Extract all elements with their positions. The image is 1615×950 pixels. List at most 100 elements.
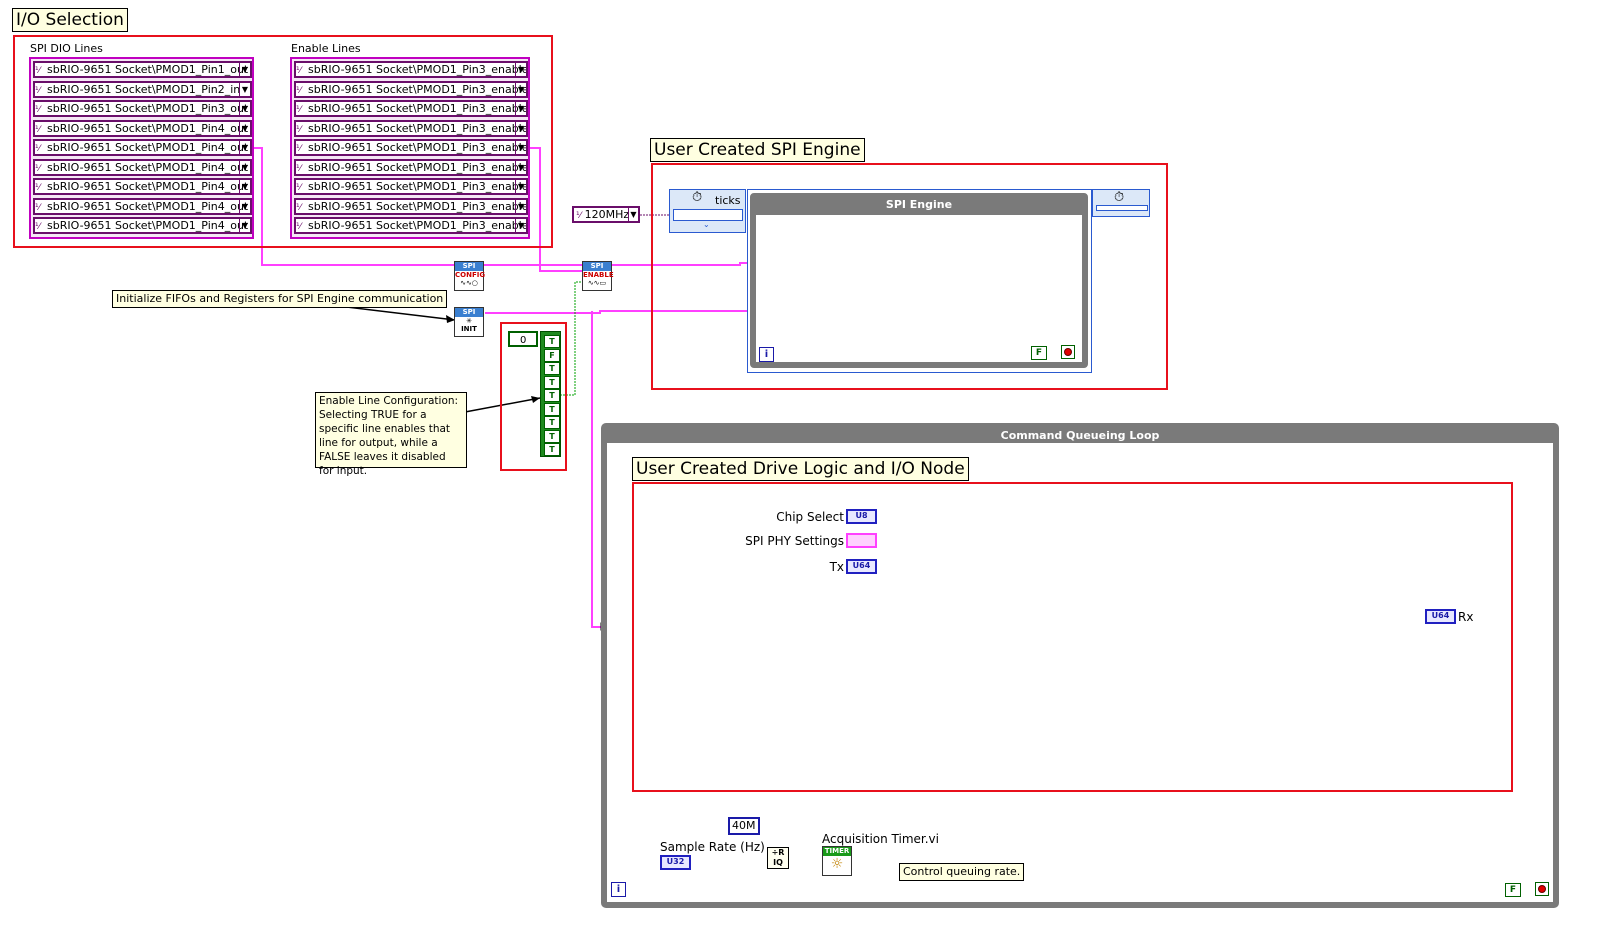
spi-dio-item-label: sbRIO-9651 Socket\PMOD1_Pin4_out (47, 199, 249, 213)
spi-dio-item[interactable]: ⅟ sbRIO-9651 Socket\PMOD1_Pin4_out ▼ (33, 178, 252, 195)
chevron-down-icon[interactable]: ▼ (515, 121, 526, 135)
tx-label: Tx (829, 560, 844, 574)
clock-constant[interactable]: ⅟ 120MHz ▼ (572, 206, 640, 223)
io-icon: ⅟ (296, 144, 302, 154)
spi-dio-item-label: sbRIO-9651 Socket\PMOD1_Pin4_out (47, 180, 249, 193)
spi-enable-subvi[interactable]: SPI ENABLE ∿∿▭ (582, 261, 614, 291)
io-icon: ⅟ (296, 105, 302, 115)
spi-dio-item[interactable]: ⅟ sbRIO-9651 Socket\PMOD1_Pin4_out ▼ (33, 158, 252, 176)
enable-caption: Enable Lines (291, 42, 361, 55)
timed-loop-input-node[interactable]: ⏱ ticks ⌄ (669, 189, 746, 233)
io-selection-title: I/O Selection (12, 8, 128, 32)
timer-vi-label: Acquisition Timer.vi (822, 832, 939, 846)
chevron-down-icon[interactable]: ▼ (515, 63, 526, 76)
chevron-down-icon[interactable]: ▼ (239, 121, 250, 135)
io-icon: ⅟ (296, 66, 302, 76)
chevron-down-icon[interactable]: ▼ (239, 219, 250, 232)
bool-array-element[interactable]: T (544, 443, 560, 456)
enable-item-label: sbRIO-9651 Socket\PMOD1_Pin3_enable (308, 63, 528, 76)
enable-item-label: sbRIO-9651 Socket\PMOD1_Pin3_enable (308, 180, 528, 193)
chevron-down-icon[interactable]: ▼ (239, 102, 250, 115)
note-queuing-rate: Control queuing rate. (899, 863, 1025, 881)
spi-engine-stop-constant[interactable]: F (1031, 346, 1047, 360)
enable-item[interactable]: ⅟ sbRIO-9651 Socket\PMOD1_Pin3_enable ▼ (294, 80, 528, 98)
chevron-down-icon[interactable]: ▼ (628, 208, 638, 221)
enable-item-label: sbRIO-9651 Socket\PMOD1_Pin3_enable (308, 121, 528, 135)
chevron-down-icon[interactable]: ▼ (515, 82, 526, 96)
enable-item-label: sbRIO-9651 Socket\PMOD1_Pin3_enable (308, 160, 528, 174)
enable-item[interactable]: ⅟ sbRIO-9651 Socket\PMOD1_Pin3_enable ▼ (294, 158, 528, 176)
bool-array-element[interactable]: T (544, 429, 560, 443)
enable-item[interactable]: ⅟ sbRIO-9651 Socket\PMOD1_Pin3_enable ▼ (294, 100, 528, 117)
chevron-down-icon[interactable]: ▼ (515, 180, 526, 193)
drive-logic-title: User Created Drive Logic and I/O Node (632, 457, 969, 481)
tx-terminal[interactable]: U64 (846, 559, 877, 574)
bool-array[interactable]: TFTTTTTTT (540, 331, 561, 457)
io-icon: ⅟ (35, 163, 41, 174)
bool-array-element[interactable]: T (544, 375, 560, 389)
enable-lines-array[interactable]: ⅟ sbRIO-9651 Socket\PMOD1_Pin3_enable ▼ ⅟ sb… (290, 57, 530, 239)
io-icon: ⅟ (35, 183, 41, 193)
spi-init-subvi[interactable]: SPI ✳ INIT (454, 307, 484, 337)
spi-dio-item[interactable]: ⅟ sbRIO-9651 Socket\PMOD1_Pin2_in ▼ (33, 80, 252, 98)
spi-dio-item-label: sbRIO-9651 Socket\PMOD1_Pin3_out (47, 102, 249, 115)
bool-array-element[interactable]: T (544, 362, 560, 375)
spi-config-label: CONFIG (455, 271, 486, 279)
spi-init-header: SPI (455, 308, 483, 317)
spi-config-subvi[interactable]: SPI CONFIG ∿∿○ (454, 261, 486, 291)
command-loop-stop-terminal[interactable] (1535, 882, 1549, 896)
sample-rate-terminal[interactable]: U32 (660, 855, 691, 870)
spi-dio-item[interactable]: ⅟ sbRIO-9651 Socket\PMOD1_Pin4_out ▼ (33, 197, 252, 215)
spi-dio-item[interactable]: ⅟ sbRIO-9651 Socket\PMOD1_Pin1_out ▼ (33, 61, 252, 78)
timed-loop-output-node[interactable]: ⏱ (1092, 189, 1150, 217)
spi-engine-stop-terminal[interactable] (1061, 345, 1075, 359)
enable-item[interactable]: ⅟ sbRIO-9651 Socket\PMOD1_Pin3_enable ▼ (294, 197, 528, 215)
chip-select-label: Chip Select (776, 510, 844, 524)
chevron-down-icon[interactable]: ▼ (239, 160, 250, 174)
acquisition-timer-subvi[interactable]: TIMER ☼ (822, 846, 852, 876)
waveform-icon: ∿∿▭ (587, 279, 607, 287)
chevron-down-icon[interactable]: ▼ (515, 102, 526, 115)
rx-label: Rx (1458, 610, 1474, 624)
bool-array-element[interactable]: T (544, 402, 560, 416)
sample-rate-label: Sample Rate (Hz) (660, 840, 765, 854)
enable-item-label: sbRIO-9651 Socket\PMOD1_Pin3_enable (308, 219, 528, 232)
enable-item[interactable]: ⅟ sbRIO-9651 Socket\PMOD1_Pin3_enable ▼ (294, 139, 528, 156)
spi-dio-item[interactable]: ⅟ sbRIO-9651 Socket\PMOD1_Pin3_out ▼ (33, 100, 252, 117)
timer-header: TIMER (823, 847, 851, 856)
chevron-down-icon[interactable]: ▼ (239, 141, 250, 154)
enable-item[interactable]: ⅟ sbRIO-9651 Socket\PMOD1_Pin3_enable ▼ (294, 217, 528, 234)
bool-array-element[interactable]: T (544, 416, 560, 429)
clock-value: 120MHz (584, 208, 630, 221)
chevron-down-icon[interactable]: ▼ (239, 199, 250, 213)
enable-item[interactable]: ⅟ sbRIO-9651 Socket\PMOD1_Pin3_enable ▼ (294, 178, 528, 195)
chevron-down-icon[interactable]: ▼ (515, 160, 526, 174)
enable-item[interactable]: ⅟ sbRIO-9651 Socket\PMOD1_Pin3_enable ▼ (294, 61, 528, 78)
chevron-down-icon[interactable]: ▼ (239, 63, 250, 76)
note-enable-config: Enable Line Configuration: Selecting TRU… (315, 392, 467, 477)
spi-dio-array[interactable]: ⅟ sbRIO-9651 Socket\PMOD1_Pin1_out ▼ ⅟ sbRIO… (29, 57, 254, 239)
rx-terminal[interactable]: U64 (1425, 609, 1456, 624)
spi-dio-item[interactable]: ⅟ sbRIO-9651 Socket\PMOD1_Pin4_out ▼ (33, 139, 252, 156)
spi-engine-loop (750, 193, 1088, 368)
command-loop-stop-constant[interactable]: F (1505, 883, 1521, 897)
spi-dio-item[interactable]: ⅟ sbRIO-9651 Socket\PMOD1_Pin4_out ▼ (33, 119, 252, 137)
rate-constant[interactable]: 40M (728, 817, 760, 835)
enable-item[interactable]: ⅟ sbRIO-9651 Socket\PMOD1_Pin3_enable ▼ (294, 119, 528, 137)
chevron-down-icon[interactable]: ▼ (239, 82, 250, 96)
chip-select-terminal[interactable]: U8 (846, 509, 877, 524)
chevron-down-icon[interactable]: ▼ (515, 141, 526, 154)
bool-array-element[interactable]: T (544, 389, 560, 402)
spi-phy-terminal[interactable] (846, 533, 877, 548)
quotient-remainder-function[interactable]: ÷R IQ (767, 847, 789, 869)
io-icon: ⅟ (35, 105, 41, 115)
bool-array-element[interactable]: T (544, 335, 560, 348)
bool-array-index[interactable]: 0 (508, 331, 538, 347)
spi-enable-header: SPI (583, 262, 611, 271)
spi-dio-item[interactable]: ⅟ sbRIO-9651 Socket\PMOD1_Pin4_out ▼ (33, 217, 252, 234)
chevron-down-icon[interactable]: ▼ (515, 219, 526, 232)
chevron-down-icon[interactable]: ▼ (515, 199, 526, 213)
chevron-down-icon[interactable]: ▼ (239, 180, 250, 193)
drive-logic-box (632, 482, 1513, 792)
bool-array-element[interactable]: F (544, 348, 560, 362)
